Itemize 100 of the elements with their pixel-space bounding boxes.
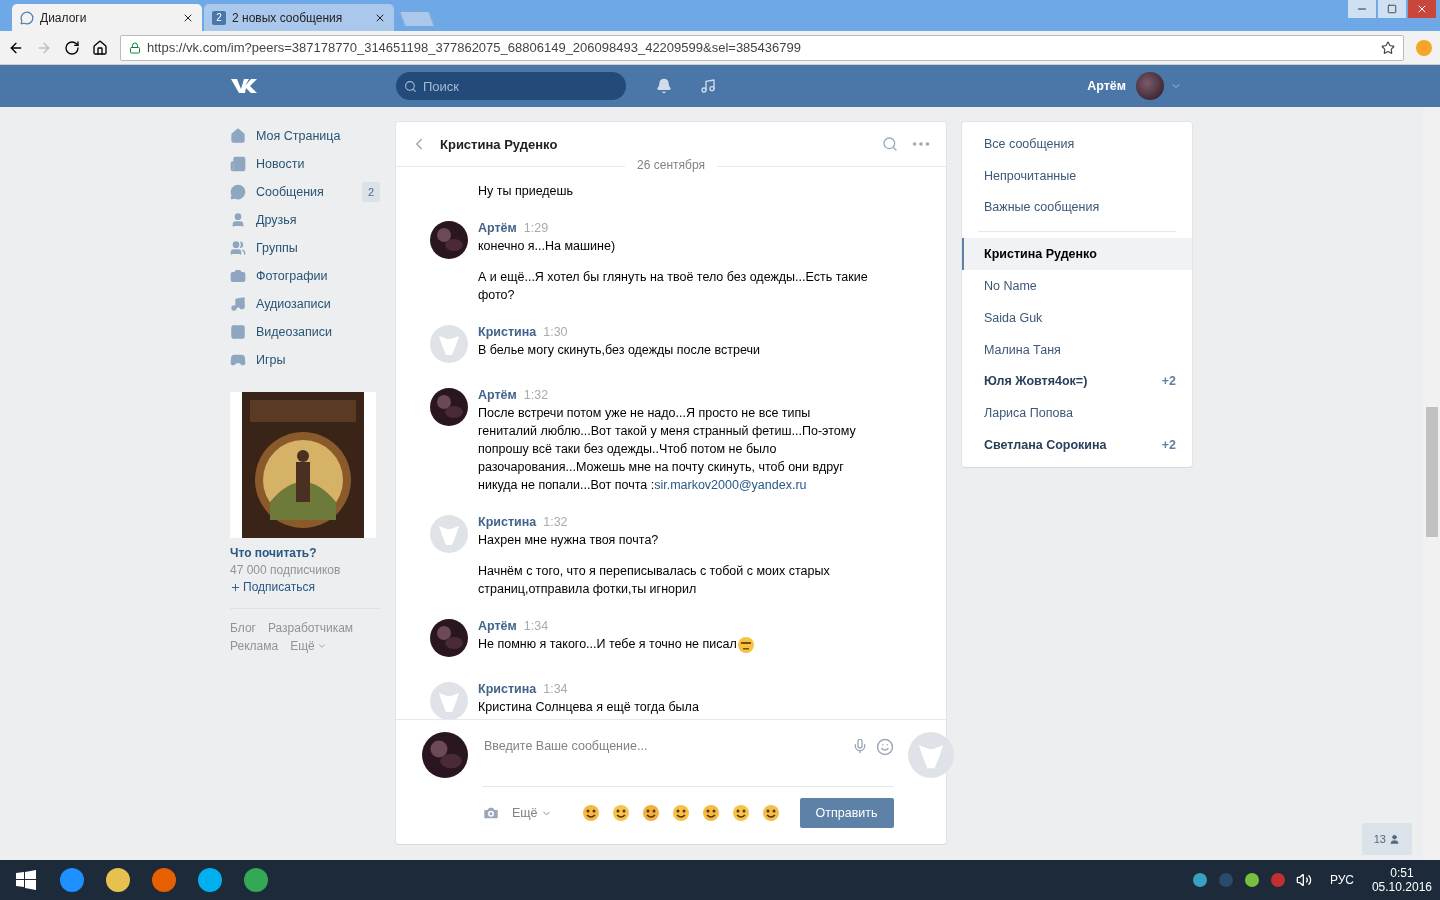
tray-icon[interactable] <box>1243 872 1260 888</box>
person-icon <box>1389 833 1400 845</box>
music-icon <box>230 296 246 312</box>
message-time: 1:34 <box>523 619 549 633</box>
message-time: 1:34 <box>543 682 568 696</box>
nav-label: Фотографии <box>256 269 329 283</box>
nav-label: Сообщения <box>256 185 325 199</box>
bookmark-icon[interactable] <box>1381 40 1395 55</box>
email-link[interactable]: sir.markov2000@yandex.ru <box>654 478 807 492</box>
music-icon[interactable] <box>700 78 716 94</box>
conversation-item[interactable]: Кристина Руденко <box>962 238 1192 271</box>
nav-label: Группы <box>256 241 299 255</box>
more-link[interactable]: Ещё <box>512 806 552 820</box>
caret-icon <box>316 641 327 651</box>
message-text: Начнём с того, что я переписывалась с тобой с моих старых страниц,отправила фотки,ты игнорил <box>478 563 831 598</box>
home-icon[interactable] <box>92 39 108 56</box>
nav-item[interactable]: Группы <box>230 234 380 262</box>
clock[interactable]: 0:51 05.10.2016 <box>1371 866 1432 894</box>
unread-count: +2 <box>1161 374 1176 389</box>
nav-item[interactable]: Моя Страница <box>230 122 380 150</box>
chat-icon <box>230 184 246 200</box>
emoji-icon[interactable] <box>641 804 660 822</box>
scroll-thumb[interactable] <box>1426 407 1438 537</box>
maximize-icon <box>1387 4 1397 14</box>
message-text: конечно я...На машине) <box>478 238 617 255</box>
date-separator: 26 сентября <box>625 158 717 172</box>
nav-item[interactable]: Новости <box>230 150 380 178</box>
user-avatar[interactable] <box>1136 72 1164 100</box>
conversation-item[interactable]: Лариса Попова <box>962 397 1192 430</box>
scrollbar[interactable] <box>1423 107 1440 860</box>
author-name[interactable]: Артём <box>478 619 517 633</box>
nav-item[interactable]: Друзья <box>230 206 380 234</box>
plus-icon <box>230 581 241 593</box>
send-button[interactable]: Отправить <box>799 798 894 828</box>
tab-badge: 2 <box>212 10 226 25</box>
emoji-icon[interactable] <box>701 804 720 822</box>
browser-tab[interactable]: Диалоги <box>12 4 202 31</box>
emoji-icon[interactable] <box>761 804 780 822</box>
author-name[interactable]: Кристина <box>478 515 537 529</box>
address-field[interactable]: https://vk.com/im?peers=387178770_314651198_377862075_68806149_206098493_42209599&sel=385436799 <box>120 34 1404 61</box>
message-text: Не помню я такого...И тебе я точно не писал <box>478 635 868 654</box>
author-name[interactable]: Артём <box>478 388 517 402</box>
conversation-item[interactable]: No Name <box>962 270 1192 302</box>
message-time: 1:29 <box>523 221 549 235</box>
home-icon <box>230 128 246 144</box>
nav-label: Моя Страница <box>256 129 342 143</box>
filter-item[interactable]: Все сообщения <box>962 128 1192 160</box>
nav-item[interactable]: Видеозаписи <box>230 318 380 346</box>
message-time: 1:30 <box>543 325 568 339</box>
user-name[interactable]: Артём <box>1087 79 1126 93</box>
conversation-item[interactable]: Saida Guk <box>962 302 1192 334</box>
nav-item[interactable]: Игры <box>230 346 380 374</box>
tray-icon[interactable] <box>1191 872 1208 888</box>
lock-icon <box>129 41 141 54</box>
browser-tab[interactable]: 2 2 новых сообщения <box>204 4 394 31</box>
language-indicator[interactable]: РУС <box>1329 873 1354 887</box>
message-time: 1:32 <box>543 515 568 529</box>
filter-item[interactable]: Важные сообщения <box>962 191 1192 224</box>
ad-title[interactable]: Что почитать? <box>230 546 380 560</box>
message-text: А и ещё...Я хотел бы глянуть на твоё тело без одежды...Есть такие фото? <box>478 269 868 304</box>
subscribe-link[interactable]: Подписаться <box>230 580 380 594</box>
person-icon <box>230 212 246 228</box>
close-icon <box>1416 3 1428 15</box>
conversation-item[interactable]: Юля Жовтя4ок=) +2 <box>962 365 1192 398</box>
nav-item[interactable]: Сообщения 2 <box>230 178 380 206</box>
tab-title: Диалоги <box>40 10 88 25</box>
user-avatar <box>430 388 468 426</box>
url-text: https://vk.com/im?peers=387178770_314651198_377862075_68806149_206098493_42209599&sel=385436799 <box>147 40 801 55</box>
emoji-icon[interactable] <box>731 804 750 822</box>
online-counter[interactable]: 13 <box>1361 823 1412 855</box>
volume-icon[interactable] <box>1295 872 1312 888</box>
message-text: Ну ты приедешь <box>478 183 575 200</box>
author-name[interactable]: Кристина <box>478 325 537 339</box>
message-text: Нахрен мне нужна твоя почта? <box>478 532 660 549</box>
author-name[interactable]: Кристина <box>478 682 537 696</box>
minimize-button[interactable] <box>1348 0 1376 18</box>
emoji-icon[interactable] <box>671 804 690 822</box>
close-button[interactable] <box>1408 0 1436 18</box>
emoji-icon[interactable] <box>611 804 630 822</box>
conversation-item[interactable]: Светлана Сорокина +2 <box>962 429 1192 461</box>
default-avatar-icon <box>430 325 468 363</box>
message-time: 1:32 <box>523 388 549 402</box>
reload-icon[interactable] <box>64 39 80 56</box>
conversation-item[interactable]: Малина Таня <box>962 333 1192 366</box>
nav-item[interactable]: Аудиозаписи <box>230 290 380 318</box>
subscriber-count: 47 000 подписчиков <box>230 563 342 577</box>
nav-label: Новости <box>256 157 306 171</box>
emoji-icon[interactable] <box>581 804 600 822</box>
nav-label: Аудиозаписи <box>256 297 332 311</box>
user-avatar <box>430 619 468 657</box>
bell-icon[interactable] <box>656 78 672 94</box>
nav-label: Друзья <box>256 213 298 227</box>
count-badge: 2 <box>361 182 380 202</box>
search-placeholder: Поиск <box>423 78 461 94</box>
search-field[interactable]: Поиск <box>396 72 626 100</box>
filter-item[interactable]: Непрочитанные <box>962 159 1192 192</box>
author-name[interactable]: Артём <box>478 221 517 235</box>
unread-count: +2 <box>1161 438 1176 453</box>
maximize-button[interactable] <box>1378 0 1406 18</box>
nav-item[interactable]: Фотографии <box>230 262 380 290</box>
